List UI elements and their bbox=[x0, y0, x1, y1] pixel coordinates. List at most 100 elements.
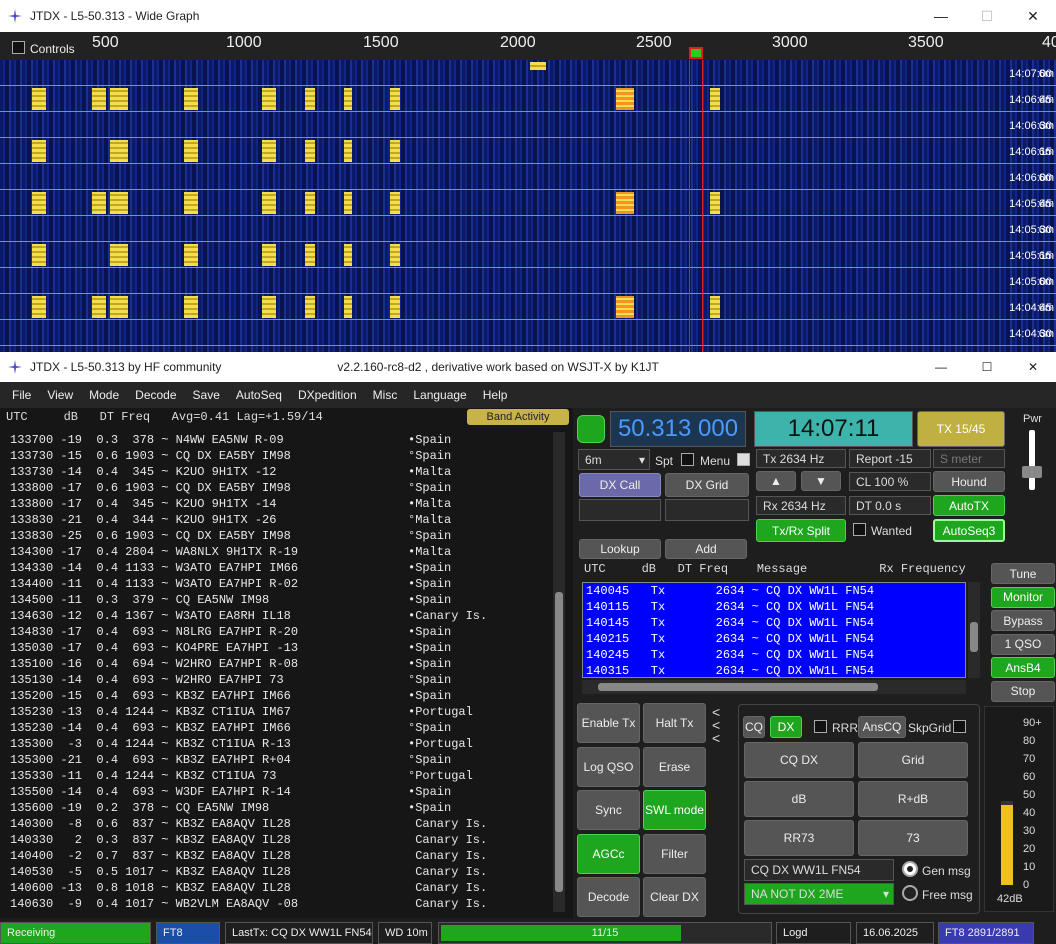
menu-help[interactable]: Help bbox=[475, 388, 516, 402]
add-button[interactable]: Add bbox=[665, 539, 747, 559]
decode-row[interactable]: 134400 -11 0.4 1133 ~ W3ATO EA7HPI R-02 •… bbox=[10, 576, 550, 592]
waterfall[interactable]: 14:07:00 6m 14:06:45 6m 14:06:30 6m 14:06:15 6m… bbox=[0, 60, 1056, 352]
decode-row[interactable]: 135300 -21 0.4 693 ~ KB3Z EA7HPI R+04 °Sp… bbox=[10, 752, 550, 768]
gen-grid-button[interactable]: Grid bbox=[858, 742, 968, 778]
tx-list-vscroll[interactable] bbox=[968, 582, 980, 678]
gen-msg-field[interactable]: CQ DX WW1L FN54 bbox=[744, 859, 894, 881]
gen-r-db-button[interactable]: R+dB bbox=[858, 781, 968, 817]
report-spinbox[interactable]: Report -15 bbox=[849, 449, 931, 468]
decode-row[interactable]: 135300 -3 0.4 1244 ~ KB3Z CT1IUA R-13 •Po… bbox=[10, 736, 550, 752]
swl-mode-button[interactable]: SWL mode bbox=[643, 790, 706, 830]
clear-dx-button[interactable]: Clear DX bbox=[643, 877, 706, 917]
dx-grid-button[interactable]: DX Grid bbox=[665, 473, 749, 497]
bypass-button[interactable]: Bypass bbox=[991, 610, 1055, 631]
decode-row[interactable]: 133800 -17 0.6 1903 ~ CQ DX EA5BY IM98 °S… bbox=[10, 480, 550, 496]
maximize-icon[interactable]: ☐ bbox=[964, 8, 1010, 25]
dx-call-button[interactable]: DX Call bbox=[579, 473, 661, 497]
decode-row[interactable]: 135230 -13 0.4 1244 ~ KB3Z CT1IUA IM67 •P… bbox=[10, 704, 550, 720]
decode-button[interactable]: Decode bbox=[577, 877, 640, 917]
decode-row[interactable]: 140300 -8 0.6 837 ~ KB3Z EA8AQV IL28 Can… bbox=[10, 816, 550, 832]
down-arrow-icon[interactable]: ▼ bbox=[801, 471, 841, 491]
decode-row[interactable]: 140630 -9 0.4 1017 ~ WB2VLM EA8AQV -08 C… bbox=[10, 896, 550, 912]
decode-row[interactable]: 135200 -15 0.4 693 ~ KB3Z EA7HPI IM66 •Sp… bbox=[10, 688, 550, 704]
gen-rr73-button[interactable]: RR73 bbox=[744, 820, 854, 856]
menu-mode[interactable]: Mode bbox=[81, 388, 127, 402]
halt-tx-button[interactable]: Halt Tx bbox=[643, 703, 706, 743]
dx-grid-input[interactable] bbox=[665, 499, 749, 521]
decode-row[interactable]: 135500 -14 0.4 693 ~ W3DF EA7HPI R-14 •Sp… bbox=[10, 784, 550, 800]
dx-call-input[interactable] bbox=[579, 499, 661, 521]
decode-row[interactable]: 133830 -21 0.4 344 ~ K2UO 9H1TX -26 °Malt… bbox=[10, 512, 550, 528]
menu-misc[interactable]: Misc bbox=[365, 388, 406, 402]
gen-msg-radio[interactable] bbox=[902, 861, 918, 877]
skpgrid-checkbox[interactable] bbox=[953, 720, 966, 733]
menu-autoseq[interactable]: AutoSeq bbox=[228, 388, 290, 402]
decode-row[interactable]: 140400 -2 0.7 837 ~ KB3Z EA8AQV IL28 Can… bbox=[10, 848, 550, 864]
autoseq-button[interactable]: AutoSeq3 bbox=[933, 519, 1005, 542]
menu-file[interactable]: File bbox=[4, 388, 39, 402]
menu-save[interactable]: Save bbox=[185, 388, 228, 402]
decode-row[interactable]: 140330 2 0.3 837 ~ KB3Z EA8AQV IL28 Cana… bbox=[10, 832, 550, 848]
dt-spinbox[interactable]: DT 0.0 s bbox=[849, 496, 931, 515]
decode-row[interactable]: 134630 -12 0.4 1367 ~ W3ATO EA8RH IL18 •C… bbox=[10, 608, 550, 624]
filter-button[interactable]: Filter bbox=[643, 833, 706, 874]
decode-row[interactable]: 135600 -19 0.2 378 ~ CQ EA5NW IM98 •Spain bbox=[10, 800, 550, 816]
power-slider-track[interactable] bbox=[1029, 430, 1035, 490]
up-arrow-icon[interactable]: ▲ bbox=[756, 471, 796, 491]
tx-history-list[interactable]: 140045 Tx 2634 ~ CQ DX WW1L FN54 140115 T… bbox=[582, 582, 966, 678]
decode-row[interactable]: 140530 -5 0.5 1017 ~ KB3Z EA8AQV IL28 Ca… bbox=[10, 864, 550, 880]
cl-spinbox[interactable]: CL 100 % bbox=[849, 472, 931, 491]
free-msg-radio[interactable] bbox=[902, 885, 918, 901]
tx-row[interactable]: 140045 Tx 2634 ~ CQ DX WW1L FN54 bbox=[583, 583, 965, 599]
decode-row[interactable]: 133800 -17 0.4 345 ~ K2UO 9H1TX -14 •Malt… bbox=[10, 496, 550, 512]
lookup-button[interactable]: Lookup bbox=[579, 539, 661, 559]
rrr-checkbox[interactable] bbox=[814, 720, 827, 733]
1-qso-button[interactable]: 1 QSO bbox=[991, 633, 1055, 655]
decode-row[interactable]: 135230 -14 0.4 693 ~ KB3Z EA7HPI IM66 °Sp… bbox=[10, 720, 550, 736]
gen-db-button[interactable]: dB bbox=[744, 781, 854, 817]
menu-language[interactable]: Language bbox=[405, 388, 474, 402]
minimize-icon[interactable]: — bbox=[918, 360, 964, 374]
cq-button[interactable]: CQ bbox=[743, 716, 765, 738]
tx-frequency-spinbox[interactable]: Tx 2634 Hz bbox=[756, 449, 846, 468]
dx-button[interactable]: DX bbox=[770, 716, 802, 738]
tx-frequency-marker[interactable] bbox=[689, 47, 703, 59]
autotx-button[interactable]: AutoTX bbox=[933, 495, 1005, 516]
menu-view[interactable]: View bbox=[39, 388, 81, 402]
wanted-checkbox[interactable] bbox=[853, 523, 866, 536]
decode-list[interactable]: 133700 -19 0.3 378 ~ N4WW EA5NW R-09 •Spa… bbox=[10, 432, 550, 912]
decode-scrollbar[interactable] bbox=[553, 432, 565, 912]
close-icon[interactable]: ✕ bbox=[1010, 360, 1056, 374]
close-icon[interactable]: ✕ bbox=[1010, 8, 1056, 25]
rx-frequency-spinbox[interactable]: Rx 2634 Hz bbox=[756, 496, 846, 515]
decode-row[interactable]: 135030 -17 0.4 693 ~ KO4PRE EA7HPI -13 •S… bbox=[10, 640, 550, 656]
decode-row[interactable]: 140600 -13 0.8 1018 ~ KB3Z EA8AQV IL28 C… bbox=[10, 880, 550, 896]
ansb4-button[interactable]: AnsB4 bbox=[991, 657, 1055, 678]
decode-row[interactable]: 134500 -11 0.3 379 ~ CQ EA5NW IM98 •Spain bbox=[10, 592, 550, 608]
decode-row[interactable]: 134300 -17 0.4 2804 ~ WA8NLX 9H1TX R-19 •… bbox=[10, 544, 550, 560]
decode-row[interactable]: 134330 -14 0.4 1133 ~ W3ATO EA7HPI IM66 •… bbox=[10, 560, 550, 576]
scrollbar-thumb[interactable] bbox=[555, 592, 563, 892]
decode-row[interactable]: 135130 -14 0.4 693 ~ W2HRO EA7HPI 73 °Spa… bbox=[10, 672, 550, 688]
decode-row[interactable]: 134830 -17 0.4 693 ~ N8LRG EA7HPI R-20 •S… bbox=[10, 624, 550, 640]
erase-button[interactable]: Erase bbox=[643, 746, 706, 787]
spt-checkbox[interactable] bbox=[681, 453, 694, 466]
decode-row[interactable]: 133730 -14 0.4 345 ~ K2UO 9H1TX -12 •Malt… bbox=[10, 464, 550, 480]
enable-tx-button[interactable]: Enable Tx bbox=[577, 703, 640, 743]
tx-rx-split-button[interactable]: Tx/Rx Split bbox=[756, 519, 846, 542]
tx-row[interactable]: 140245 Tx 2634 ~ CQ DX WW1L FN54 bbox=[583, 647, 965, 663]
decode-row[interactable]: 133830 -25 0.6 1903 ~ CQ DX EA5BY IM98 °S… bbox=[10, 528, 550, 544]
dial-frequency[interactable]: 50.313 000 bbox=[610, 411, 746, 447]
agcc-button[interactable]: AGCc bbox=[577, 833, 640, 874]
decode-row[interactable]: 133700 -19 0.3 378 ~ N4WW EA5NW R-09 •Spa… bbox=[10, 432, 550, 448]
decode-row[interactable]: 135100 -16 0.4 694 ~ W2HRO EA7HPI R-08 •S… bbox=[10, 656, 550, 672]
band-select[interactable]: 6m ▾ bbox=[578, 449, 650, 470]
gen-73-button[interactable]: 73 bbox=[858, 820, 968, 856]
sync-button[interactable]: Sync bbox=[577, 790, 640, 830]
decode-row[interactable]: 133730 -15 0.6 1903 ~ CQ DX EA5BY IM98 °S… bbox=[10, 448, 550, 464]
monitor-button[interactable]: Monitor bbox=[991, 586, 1055, 608]
hound-button[interactable]: Hound bbox=[933, 471, 1005, 492]
power-slider-handle[interactable] bbox=[1022, 466, 1042, 478]
anscq-button[interactable]: AnsCQ bbox=[858, 716, 906, 738]
tx-row[interactable]: 140115 Tx 2634 ~ CQ DX WW1L FN54 bbox=[583, 599, 965, 615]
